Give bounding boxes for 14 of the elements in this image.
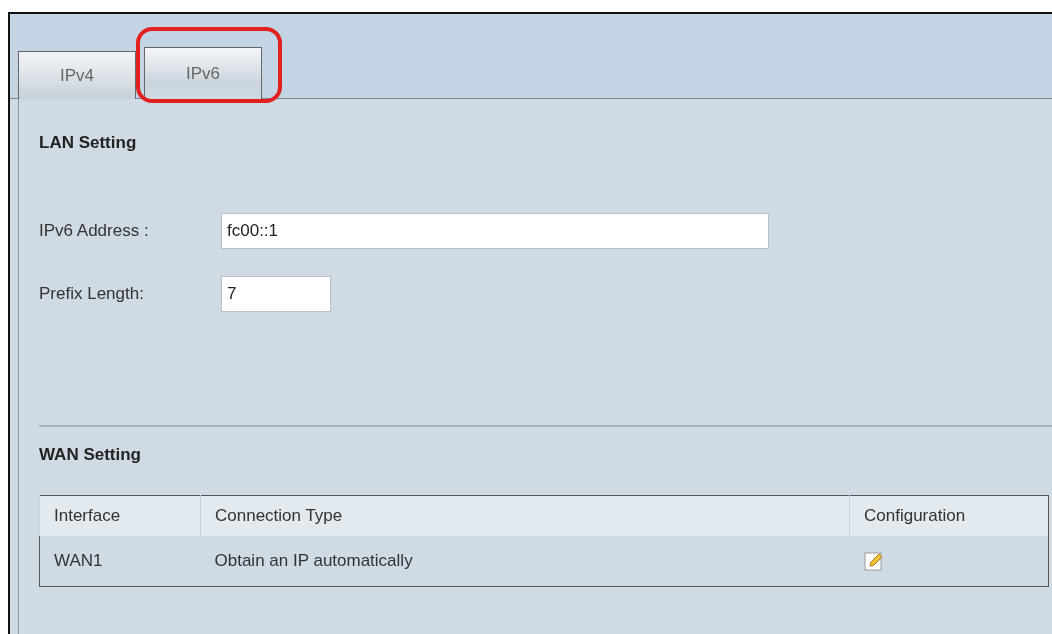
- edit-icon[interactable]: [863, 551, 884, 571]
- section-title: WAN Setting: [39, 444, 142, 465]
- input-field[interactable]: fc00::1: [221, 213, 769, 249]
- field-label: IPv6 Address :: [39, 221, 150, 241]
- section-title: LAN Setting: [39, 132, 138, 153]
- tab[interactable]: IPv6: [144, 47, 262, 99]
- input-field[interactable]: 7: [221, 276, 331, 312]
- column-header: Configuration: [849, 495, 1049, 536]
- table-cell: Obtain an IP automatically: [200, 536, 850, 587]
- tab[interactable]: IPv4: [18, 51, 136, 99]
- table-cell: WAN1: [39, 536, 201, 587]
- column-header: Connection Type: [200, 495, 850, 536]
- field-label: Prefix Length:: [39, 284, 145, 304]
- column-header: Interface: [39, 495, 201, 536]
